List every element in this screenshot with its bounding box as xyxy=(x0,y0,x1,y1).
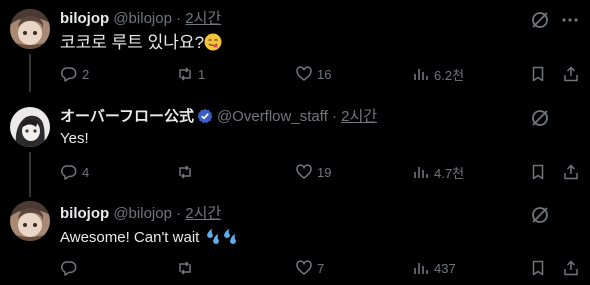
avatar[interactable] xyxy=(10,107,50,147)
like-count: 7 xyxy=(317,260,325,276)
view-count: 4.7천 xyxy=(434,165,465,181)
repost-count: 1 xyxy=(198,66,206,82)
repost-button[interactable] xyxy=(176,258,198,278)
avatar-image xyxy=(10,9,50,49)
views-button[interactable]: 4.7천 xyxy=(412,162,464,182)
like-button[interactable]: 16 xyxy=(295,64,331,84)
reply-icon xyxy=(61,261,77,276)
author-name[interactable]: オーバーフロー公式 xyxy=(60,108,194,125)
tweet-text-content: Awesome! Can't wait xyxy=(60,229,200,246)
tweet-header: オーバーフロー公式 @Overflow_staff · 2시간 xyxy=(60,107,377,130)
reply-icon xyxy=(61,67,77,82)
like-count: 19 xyxy=(317,164,332,180)
bookmark-icon xyxy=(532,164,544,180)
tweet-actions: 4 19 4.7천 xyxy=(60,162,580,182)
author-handle[interactable]: @bilojop xyxy=(113,10,172,27)
views-button[interactable]: 437 xyxy=(412,258,456,278)
bookmark-button[interactable] xyxy=(529,162,547,182)
separator-dot: · xyxy=(331,108,337,125)
author-name[interactable]: bilojop xyxy=(60,205,109,222)
share-button[interactable] xyxy=(562,64,580,84)
avatar-image xyxy=(10,201,50,241)
tweet-text-content: Yes! xyxy=(60,130,89,147)
timestamp[interactable]: 2시간 xyxy=(185,205,221,222)
repost-button[interactable]: 1 xyxy=(176,64,205,84)
reply-button[interactable]: 2 xyxy=(60,64,89,84)
separator-dot: · xyxy=(176,205,182,222)
grok-icon[interactable] xyxy=(530,10,550,30)
share-icon xyxy=(564,164,578,180)
tweet-2[interactable]: オーバーフロー公式 @Overflow_staff · 2시간 Yes! 4 19… xyxy=(0,96,590,192)
emoji-sweat-droplets xyxy=(204,227,240,251)
more-options-icon[interactable] xyxy=(560,10,580,30)
like-button[interactable]: 7 xyxy=(295,258,324,278)
share-button[interactable] xyxy=(562,162,580,182)
like-button[interactable]: 19 xyxy=(295,162,331,182)
views-button[interactable]: 6.2천 xyxy=(412,64,464,84)
views-chart-icon xyxy=(414,69,428,80)
avatar[interactable] xyxy=(10,201,50,241)
timestamp[interactable]: 2시간 xyxy=(341,108,377,125)
tweet-text: Yes! xyxy=(60,129,89,149)
reply-count: 2 xyxy=(82,66,90,82)
author-handle[interactable]: @bilojop xyxy=(113,205,172,222)
heart-icon xyxy=(296,164,312,179)
reply-button[interactable] xyxy=(60,258,82,278)
view-count: 437 xyxy=(434,260,456,276)
tweet-text: 코코로 루트 있나요? xyxy=(60,33,222,56)
like-count: 16 xyxy=(317,66,332,82)
tweet-actions: 2 1 16 6.2천 xyxy=(60,64,580,84)
tweet-header: bilojop @bilojop · 2시간 xyxy=(60,9,221,29)
author-handle[interactable]: @Overflow_staff xyxy=(217,108,328,125)
grok-icon[interactable] xyxy=(530,108,550,128)
heart-icon xyxy=(296,260,312,275)
separator-dot: · xyxy=(176,10,182,27)
author-name[interactable]: bilojop xyxy=(60,10,109,27)
tweet-actions: 7 437 xyxy=(60,258,580,278)
bookmark-icon xyxy=(532,260,544,276)
heart-icon xyxy=(296,66,312,81)
avatar[interactable] xyxy=(10,9,50,49)
tweet-text: Awesome! Can't wait xyxy=(60,227,240,251)
tweet-text-content: 코코로 루트 있나요? xyxy=(60,33,205,52)
repost-icon xyxy=(179,261,191,275)
bookmark-button[interactable] xyxy=(529,258,547,278)
grok-icon[interactable] xyxy=(530,205,550,225)
share-icon xyxy=(564,66,578,82)
tweet-header: bilojop @bilojop · 2시간 xyxy=(60,204,221,224)
tweet-1[interactable]: bilojop @bilojop · 2시간 코코로 루트 있나요? 2 1 1… xyxy=(0,0,590,96)
timestamp[interactable]: 2시간 xyxy=(185,10,221,27)
repost-button[interactable] xyxy=(176,162,198,182)
bookmark-button[interactable] xyxy=(529,64,547,84)
view-count: 6.2천 xyxy=(434,67,465,83)
views-chart-icon xyxy=(414,263,428,274)
bookmark-icon xyxy=(532,66,544,82)
share-icon xyxy=(564,260,578,276)
reply-button[interactable]: 4 xyxy=(60,162,89,182)
repost-icon xyxy=(179,67,191,81)
repost-icon xyxy=(179,165,191,179)
emoji-yum xyxy=(204,33,222,56)
avatar-image xyxy=(10,107,50,147)
verified-badge-icon[interactable] xyxy=(197,108,213,130)
views-chart-icon xyxy=(414,167,428,178)
reply-count: 4 xyxy=(82,164,90,180)
share-button[interactable] xyxy=(562,258,580,278)
reply-icon xyxy=(61,165,77,180)
tweet-3[interactable]: bilojop @bilojop · 2시간 Awesome! Can't wa… xyxy=(0,192,590,285)
